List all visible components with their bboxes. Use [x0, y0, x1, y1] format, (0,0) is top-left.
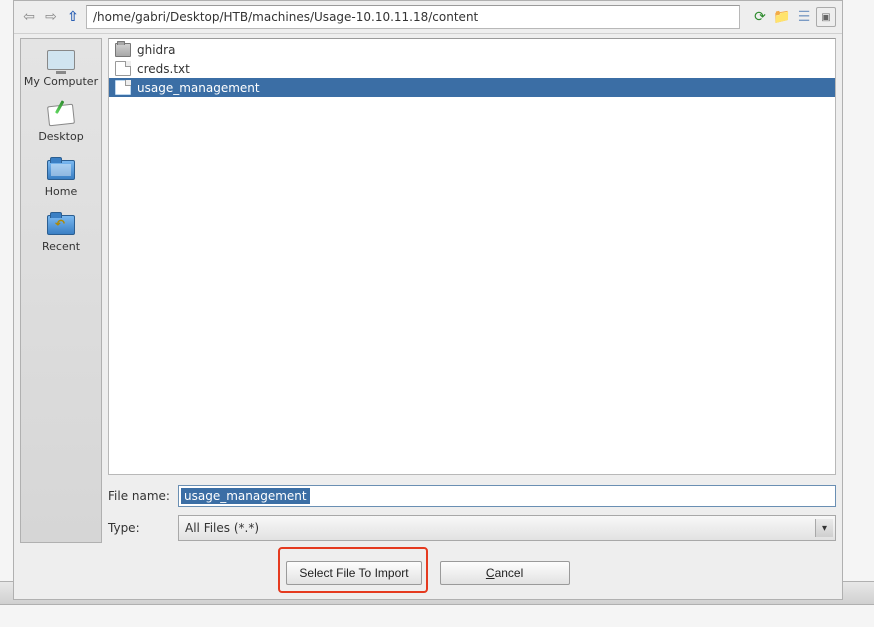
sidebar-item-label: Recent: [42, 240, 80, 253]
file-name: ghidra: [137, 43, 175, 57]
computer-icon: [45, 47, 77, 73]
back-icon[interactable]: ⇦: [20, 8, 38, 26]
sidebar-item-home[interactable]: Home: [45, 157, 77, 198]
up-icon[interactable]: ⇧: [64, 8, 82, 26]
toolbar-right: ⟳ 📁 ☰ ▣: [750, 7, 836, 27]
form-rows: File name: usage_management Type: All Fi…: [108, 475, 836, 543]
type-value: All Files (*.*): [185, 521, 259, 535]
file-name: creds.txt: [137, 62, 190, 76]
button-bar: Select File To Import Cancel: [14, 549, 842, 599]
right-panel: ghidra creds.txt usage_management File n…: [108, 38, 836, 543]
sidebar: My Computer Desktop Home Recent: [20, 38, 102, 543]
details-view-icon[interactable]: ☰: [794, 7, 814, 27]
cancel-ul: C: [486, 566, 495, 580]
file-chooser-dialog: ⇦ ⇨ ⇧ ⟳ 📁 ☰ ▣ My Computer Desktop Home: [13, 0, 843, 600]
home-icon: [45, 157, 77, 183]
toolbar: ⇦ ⇨ ⇧ ⟳ 📁 ☰ ▣: [14, 1, 842, 34]
path-input[interactable]: [86, 5, 740, 29]
type-row: Type: All Files (*.*) ▾: [108, 515, 836, 541]
file-list[interactable]: ghidra creds.txt usage_management: [108, 38, 836, 475]
filename-label: File name:: [108, 489, 170, 503]
file-name: usage_management: [137, 81, 260, 95]
new-folder-icon[interactable]: 📁: [772, 7, 792, 27]
folder-icon: [115, 43, 131, 57]
sidebar-item-my-computer[interactable]: My Computer: [24, 47, 98, 88]
list-view-icon[interactable]: ▣: [816, 7, 836, 27]
sidebar-item-label: Desktop: [38, 130, 83, 143]
body-area: My Computer Desktop Home Recent ghidra: [14, 34, 842, 549]
file-row-folder[interactable]: ghidra: [109, 41, 835, 59]
forward-icon[interactable]: ⇨: [42, 8, 60, 26]
file-row-file[interactable]: creds.txt: [109, 59, 835, 78]
sidebar-item-label: My Computer: [24, 75, 98, 88]
filename-value[interactable]: usage_management: [181, 488, 310, 504]
sidebar-item-label: Home: [45, 185, 77, 198]
filename-row: File name: usage_management: [108, 485, 836, 507]
sidebar-item-desktop[interactable]: Desktop: [38, 102, 83, 143]
chevron-down-icon: ▾: [815, 519, 833, 537]
type-combo[interactable]: All Files (*.*) ▾: [178, 515, 836, 541]
select-file-to-import-button[interactable]: Select File To Import: [286, 561, 421, 585]
file-icon: [115, 61, 131, 76]
sidebar-item-recent[interactable]: Recent: [42, 212, 80, 253]
cancel-button[interactable]: Cancel: [440, 561, 570, 585]
type-label: Type:: [108, 521, 170, 535]
file-icon: [115, 80, 131, 95]
cancel-post: ancel: [495, 566, 524, 580]
refresh-icon[interactable]: ⟳: [750, 7, 770, 27]
recent-icon: [45, 212, 77, 238]
file-row-file-selected[interactable]: usage_management: [109, 78, 835, 97]
desktop-icon: [45, 102, 77, 128]
